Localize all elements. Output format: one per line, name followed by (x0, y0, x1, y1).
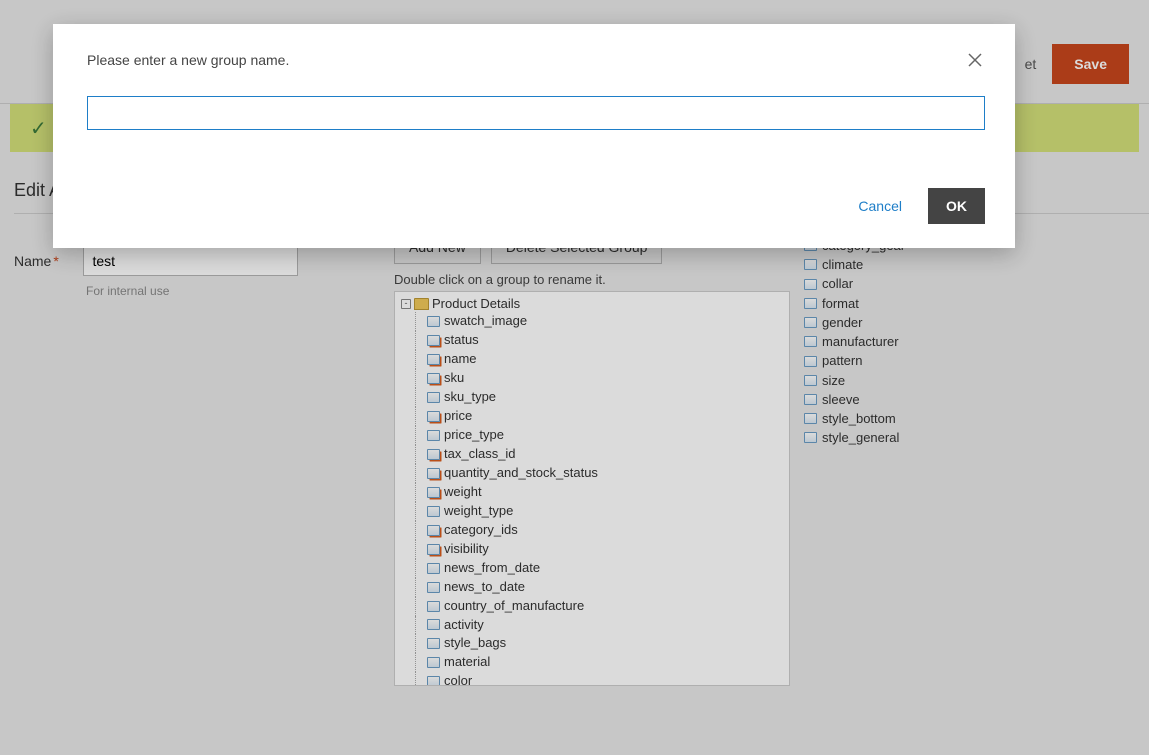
group-name-input[interactable] (87, 96, 985, 130)
new-group-modal: Please enter a new group name. Cancel OK (53, 24, 1015, 248)
modal-title: Please enter a new group name. (87, 52, 985, 68)
close-icon[interactable] (963, 48, 987, 72)
cancel-button[interactable]: Cancel (858, 198, 902, 214)
ok-button[interactable]: OK (928, 188, 985, 224)
